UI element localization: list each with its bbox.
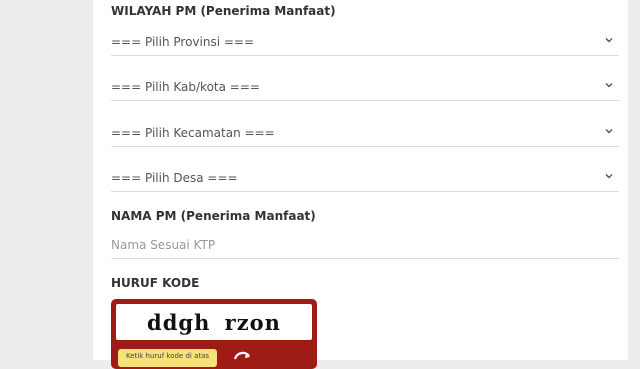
kabkota-select[interactable]: === Pilih Kab/kota ===: [111, 76, 619, 101]
desa-select[interactable]: === Pilih Desa ===: [111, 167, 619, 192]
provinsi-select-value: === Pilih Provinsi ===: [111, 35, 255, 49]
huruf-kode-label: HURUF KODE: [111, 276, 200, 290]
chevron-down-icon: [605, 174, 613, 179]
nama-label: NAMA PM (Penerima Manfaat): [111, 209, 316, 223]
kecamatan-select[interactable]: === Pilih Kecamatan ===: [111, 122, 619, 147]
chevron-down-icon: [605, 129, 613, 134]
captcha-text: ddgh rzon: [147, 309, 281, 335]
kecamatan-select-value: === Pilih Kecamatan ===: [111, 126, 275, 140]
captcha-box: ddgh rzon Ketik huruf kode di atas: [111, 299, 317, 369]
nama-input[interactable]: [111, 234, 619, 256]
provinsi-select[interactable]: === Pilih Provinsi ===: [111, 31, 619, 56]
chevron-down-icon: [605, 38, 613, 43]
wilayah-label: WILAYAH PM (Penerima Manfaat): [111, 4, 336, 18]
chevron-down-icon: [605, 83, 613, 88]
refresh-icon[interactable]: [232, 349, 252, 363]
captcha-image: ddgh rzon: [116, 304, 312, 340]
captcha-hint: Ketik huruf kode di atas: [118, 349, 218, 367]
kabkota-select-value: === Pilih Kab/kota ===: [111, 80, 260, 94]
nama-input-row: [111, 234, 619, 259]
desa-select-value: === Pilih Desa ===: [111, 171, 238, 185]
